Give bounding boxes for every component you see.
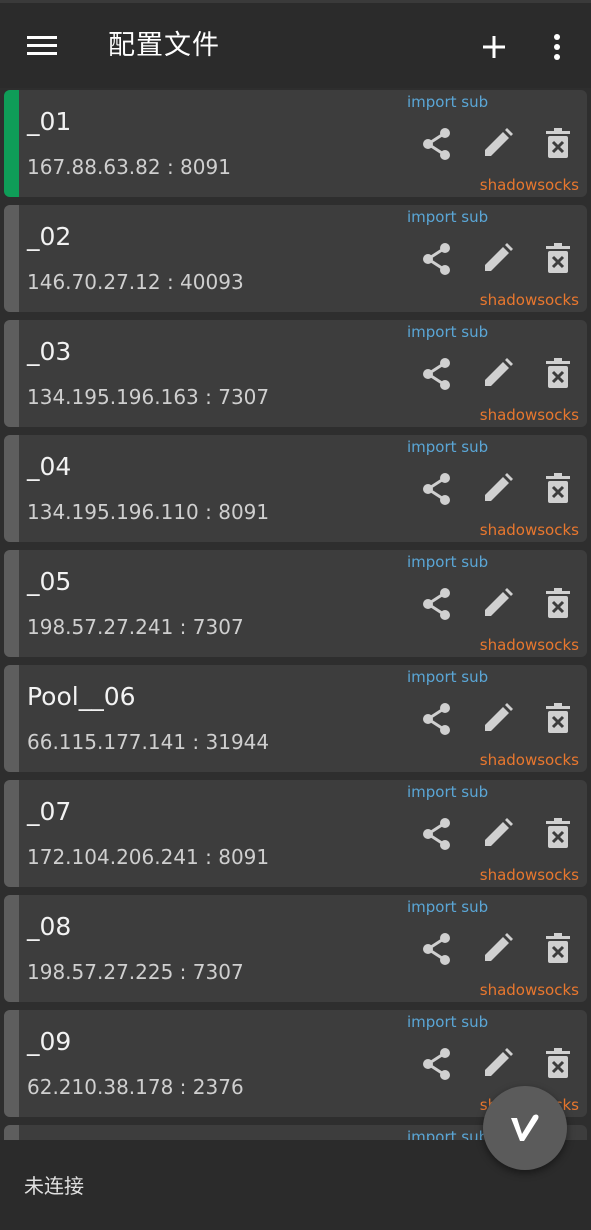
protocol-label: shadowsocks <box>479 176 579 194</box>
subscription-label: import sub <box>407 783 489 801</box>
edit-pencil-icon[interactable] <box>477 814 517 854</box>
more-vertical-icon[interactable] <box>545 29 569 65</box>
server-name: _07 <box>27 797 72 826</box>
share-icon[interactable] <box>417 929 457 969</box>
subscription-label: import sub <box>407 553 489 571</box>
server-address: 167.88.63.82 : 8091 <box>27 155 231 179</box>
card-indicator <box>4 1125 19 1140</box>
card-indicator <box>4 780 19 887</box>
server-card[interactable]: _02 146.70.27.12 : 40093 import sub shadows… <box>4 205 587 312</box>
server-card[interactable]: _01 167.88.63.82 : 8091 import sub shadowso… <box>4 90 587 197</box>
share-icon[interactable] <box>417 1044 457 1084</box>
server-name: _09 <box>27 1027 72 1056</box>
app-root: 配置文件 _01 167.88.63.82 : 8091 import sub sha… <box>0 0 591 1230</box>
page-title: 配置文件 <box>108 30 220 61</box>
subscription-label: import sub <box>407 1013 489 1031</box>
top-app-bar: 配置文件 <box>0 0 591 88</box>
subscription-label: import sub <box>407 438 489 456</box>
edit-pencil-icon[interactable] <box>477 239 517 279</box>
server-address: 62.210.38.178 : 2376 <box>27 1075 244 1099</box>
hamburger-menu-icon[interactable] <box>24 31 60 61</box>
server-card[interactable]: _04 134.195.196.110 : 8091 import sub shado… <box>4 435 587 542</box>
server-list[interactable]: _01 167.88.63.82 : 8091 import sub shadowso… <box>0 88 591 1140</box>
protocol-label: shadowsocks <box>479 636 579 654</box>
share-icon[interactable] <box>417 584 457 624</box>
delete-trash-icon[interactable] <box>538 929 578 969</box>
server-card[interactable]: Pool__06 66.115.177.141 : 31944 import sub… <box>4 665 587 772</box>
delete-trash-icon[interactable] <box>538 239 578 279</box>
delete-trash-icon[interactable] <box>538 469 578 509</box>
delete-trash-icon[interactable] <box>538 354 578 394</box>
server-address: 198.57.27.225 : 7307 <box>27 960 244 984</box>
share-icon[interactable] <box>417 814 457 854</box>
server-name: _02 <box>27 222 72 251</box>
protocol-label: shadowsocks <box>479 406 579 424</box>
delete-trash-icon[interactable] <box>538 124 578 164</box>
share-icon[interactable] <box>417 239 457 279</box>
server-card[interactable]: _08 198.57.27.225 : 7307 import sub shadows… <box>4 895 587 1002</box>
server-name: _01 <box>27 107 72 136</box>
edit-pencil-icon[interactable] <box>477 584 517 624</box>
protocol-label: shadowsocks <box>479 521 579 539</box>
delete-trash-icon[interactable] <box>538 814 578 854</box>
edit-pencil-icon[interactable] <box>477 124 517 164</box>
edit-pencil-icon[interactable] <box>477 1044 517 1084</box>
card-indicator <box>4 1010 19 1117</box>
card-indicator <box>4 550 19 657</box>
server-name: _08 <box>27 912 72 941</box>
connect-fab-button[interactable] <box>483 1086 567 1170</box>
connection-status-text: 未连接 <box>24 1174 84 1198</box>
card-indicator <box>4 895 19 1002</box>
delete-trash-icon[interactable] <box>538 1044 578 1084</box>
card-indicator <box>4 665 19 772</box>
share-icon[interactable] <box>417 469 457 509</box>
subscription-label: import sub <box>407 323 489 341</box>
protocol-label: shadowsocks <box>479 981 579 999</box>
card-indicator <box>4 320 19 427</box>
subscription-label: import sub <box>407 93 489 111</box>
share-icon[interactable] <box>417 124 457 164</box>
share-icon[interactable] <box>417 354 457 394</box>
server-card[interactable]: _03 134.195.196.163 : 7307 import sub shado… <box>4 320 587 427</box>
subscription-label: import sub <box>407 898 489 916</box>
protocol-label: shadowsocks <box>479 751 579 769</box>
card-indicator <box>4 205 19 312</box>
plus-icon[interactable] <box>478 31 510 63</box>
server-address: 134.195.196.163 : 7307 <box>27 385 270 409</box>
server-name: _04 <box>27 452 72 481</box>
delete-trash-icon[interactable] <box>538 584 578 624</box>
protocol-label: shadowsocks <box>479 291 579 309</box>
server-address: 66.115.177.141 : 31944 <box>27 730 270 754</box>
protocol-label: shadowsocks <box>479 866 579 884</box>
edit-pencil-icon[interactable] <box>477 699 517 739</box>
edit-pencil-icon[interactable] <box>477 354 517 394</box>
selected-indicator <box>4 90 19 197</box>
edit-pencil-icon[interactable] <box>477 929 517 969</box>
server-address: 198.57.27.241 : 7307 <box>27 615 244 639</box>
server-card[interactable]: _07 172.104.206.241 : 8091 import sub shado… <box>4 780 587 887</box>
server-address: 172.104.206.241 : 8091 <box>27 845 270 869</box>
delete-trash-icon[interactable] <box>538 699 578 739</box>
card-indicator <box>4 435 19 542</box>
server-name: Pool__06 <box>27 682 136 711</box>
server-card[interactable]: _05 198.57.27.241 : 7307 import sub shadows… <box>4 550 587 657</box>
server-name: _05 <box>27 567 72 596</box>
server-address: 134.195.196.110 : 8091 <box>27 500 270 524</box>
subscription-label: import sub <box>407 668 489 686</box>
server-name: _03 <box>27 337 72 366</box>
subscription-label: import sub <box>407 1128 489 1140</box>
v-logo-icon <box>511 1114 539 1141</box>
server-address: 146.70.27.12 : 40093 <box>27 270 244 294</box>
edit-pencil-icon[interactable] <box>477 469 517 509</box>
share-icon[interactable] <box>417 699 457 739</box>
subscription-label: import sub <box>407 208 489 226</box>
